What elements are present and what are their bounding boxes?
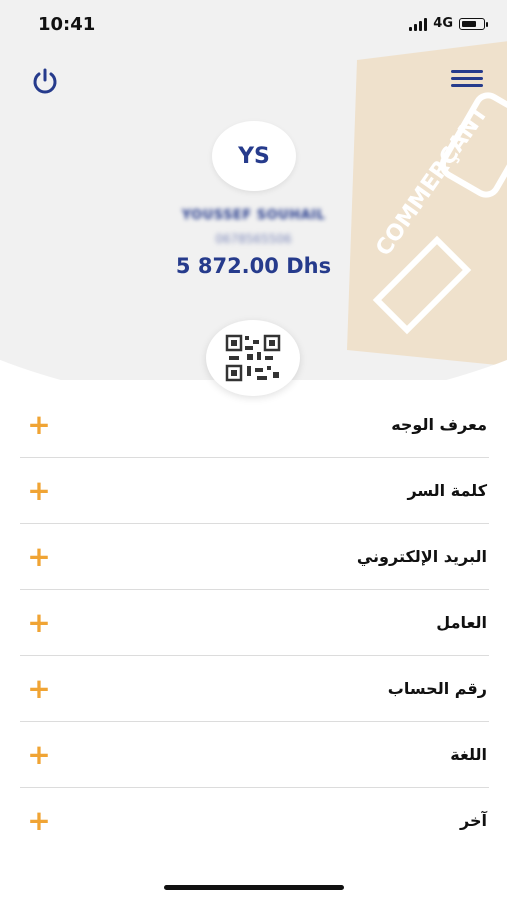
settings-item-label: البريد الإلكتروني bbox=[356, 547, 487, 566]
settings-item-face-id[interactable]: + معرف الوجه bbox=[20, 392, 489, 458]
home-indicator[interactable] bbox=[164, 885, 344, 890]
settings-item-account-number[interactable]: + رقم الحساب bbox=[20, 656, 489, 722]
settings-item-other[interactable]: + آخر bbox=[20, 788, 489, 853]
power-button[interactable] bbox=[30, 66, 60, 96]
menu-button[interactable] bbox=[451, 70, 485, 92]
power-icon bbox=[33, 68, 57, 94]
account-balance: 5 872.00 Dhs bbox=[175, 254, 332, 278]
plus-icon: + bbox=[27, 407, 51, 441]
qr-code-icon bbox=[225, 334, 281, 382]
user-name: YOUSSEF SOUHAIL bbox=[181, 208, 326, 223]
user-phone: 0678565506 bbox=[215, 232, 292, 246]
plus-icon: + bbox=[27, 737, 51, 771]
settings-item-label: معرف الوجه bbox=[391, 415, 487, 434]
settings-item-label: آخر bbox=[460, 811, 487, 830]
settings-item-password[interactable]: + كلمة السر bbox=[20, 458, 489, 524]
settings-list: + معرف الوجه + كلمة السر + البريد الإلكت… bbox=[20, 392, 489, 853]
avatar: YS bbox=[212, 121, 296, 191]
battery-icon bbox=[459, 17, 488, 30]
plus-icon: + bbox=[27, 671, 51, 705]
plus-icon: + bbox=[27, 605, 51, 639]
settings-item-label: العامل bbox=[436, 613, 487, 632]
settings-item-label: كلمة السر bbox=[407, 481, 487, 500]
status-bar: 10:41 4G bbox=[0, 0, 507, 52]
qr-code-button[interactable] bbox=[206, 320, 300, 396]
status-time: 10:41 bbox=[38, 14, 96, 35]
plus-icon: + bbox=[27, 473, 51, 507]
settings-item-email[interactable]: + البريد الإلكتروني bbox=[20, 524, 489, 590]
signal-icon bbox=[409, 17, 428, 31]
plus-icon: + bbox=[27, 803, 51, 837]
settings-item-language[interactable]: + اللغة bbox=[20, 722, 489, 788]
settings-item-label: اللغة bbox=[450, 745, 487, 764]
settings-item-label: رقم الحساب bbox=[387, 679, 487, 698]
plus-icon: + bbox=[27, 539, 51, 573]
settings-item-operator[interactable]: + العامل bbox=[20, 590, 489, 656]
network-type: 4G bbox=[433, 16, 453, 31]
